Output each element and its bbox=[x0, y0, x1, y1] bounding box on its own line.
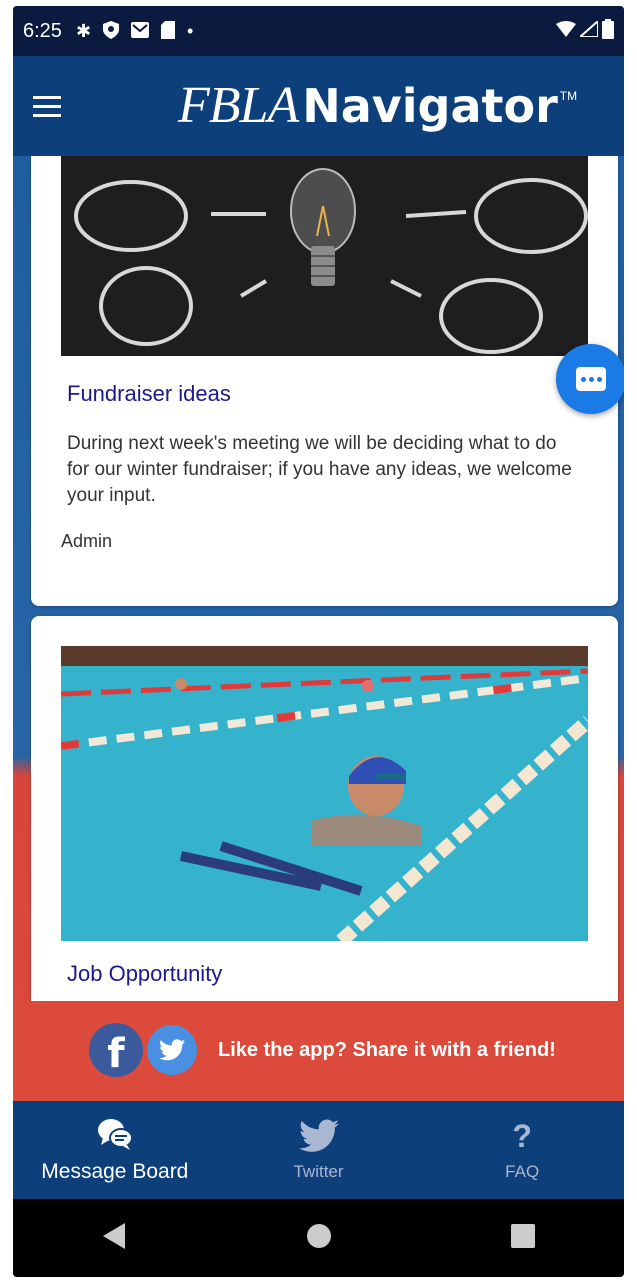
post-image-lightbulb bbox=[61, 156, 588, 356]
post-author: Admin bbox=[61, 531, 113, 551]
status-icons-right bbox=[556, 18, 614, 44]
twitter-share-icon[interactable] bbox=[147, 1025, 197, 1075]
tab-faq[interactable]: ? FAQ bbox=[420, 1101, 624, 1199]
app-logo: FBLA Navigator TM bbox=[178, 76, 577, 135]
back-icon[interactable] bbox=[102, 1222, 127, 1254]
signal-icon bbox=[577, 18, 599, 42]
chat-bubbles-icon bbox=[97, 1116, 133, 1152]
shield-icon bbox=[103, 20, 120, 42]
post-image-swimmer bbox=[61, 646, 588, 941]
status-icons-left: ✱ • bbox=[75, 20, 194, 42]
home-icon[interactable] bbox=[306, 1223, 332, 1254]
post-title[interactable]: Fundraiser ideas bbox=[67, 381, 231, 407]
tab-label: Twitter bbox=[293, 1162, 344, 1181]
app-bar: FBLA Navigator TM bbox=[13, 56, 624, 156]
question-icon: ? bbox=[512, 1117, 532, 1154]
tab-label: Message Board bbox=[41, 1160, 189, 1183]
chat-fab-button[interactable] bbox=[556, 344, 624, 414]
tab-twitter[interactable]: Twitter bbox=[217, 1101, 421, 1199]
phone-screen: 6:25 ✱ • FBLA Navigator TM Fundraiser id… bbox=[13, 6, 624, 1277]
system-navigation-bar bbox=[13, 1199, 624, 1277]
logo-fbla: FBLA bbox=[178, 77, 299, 134]
recents-icon[interactable] bbox=[510, 1223, 535, 1253]
twitter-icon bbox=[298, 1118, 339, 1154]
facebook-icon[interactable]: f bbox=[89, 1023, 143, 1077]
tab-label: FAQ bbox=[505, 1162, 540, 1181]
post-card[interactable]: Job Opportunity bbox=[31, 616, 618, 1016]
status-bar: 6:25 ✱ • bbox=[13, 6, 624, 56]
post-title[interactable]: Job Opportunity bbox=[67, 961, 222, 987]
gmail-icon bbox=[131, 21, 150, 41]
chat-dots-icon bbox=[576, 367, 606, 391]
menu-icon[interactable] bbox=[33, 76, 93, 136]
bottom-navigation: Message Board Twitter ? FAQ bbox=[13, 1101, 624, 1199]
dot-icon: • bbox=[187, 21, 194, 41]
battery-icon bbox=[602, 18, 614, 44]
message-feed[interactable]: Fundraiser ideas During next week's meet… bbox=[13, 156, 624, 1106]
logo-trademark: TM bbox=[559, 89, 578, 103]
post-body: During next week's meeting we will be de… bbox=[67, 433, 572, 506]
logo-navigator: Navigator bbox=[302, 79, 558, 133]
tab-message-board[interactable]: Message Board bbox=[13, 1101, 217, 1199]
status-time: 6:25 bbox=[23, 19, 62, 42]
share-prompt-text: Like the app? Share it with a friend! bbox=[218, 1039, 556, 1061]
wifi-icon bbox=[556, 20, 576, 42]
post-card[interactable]: Fundraiser ideas During next week's meet… bbox=[31, 156, 618, 606]
share-banner: f Like the app? Share it with a friend! bbox=[13, 1001, 624, 1101]
settings-gear-icon: ✱ bbox=[75, 21, 92, 41]
sd-card-icon bbox=[161, 20, 176, 42]
